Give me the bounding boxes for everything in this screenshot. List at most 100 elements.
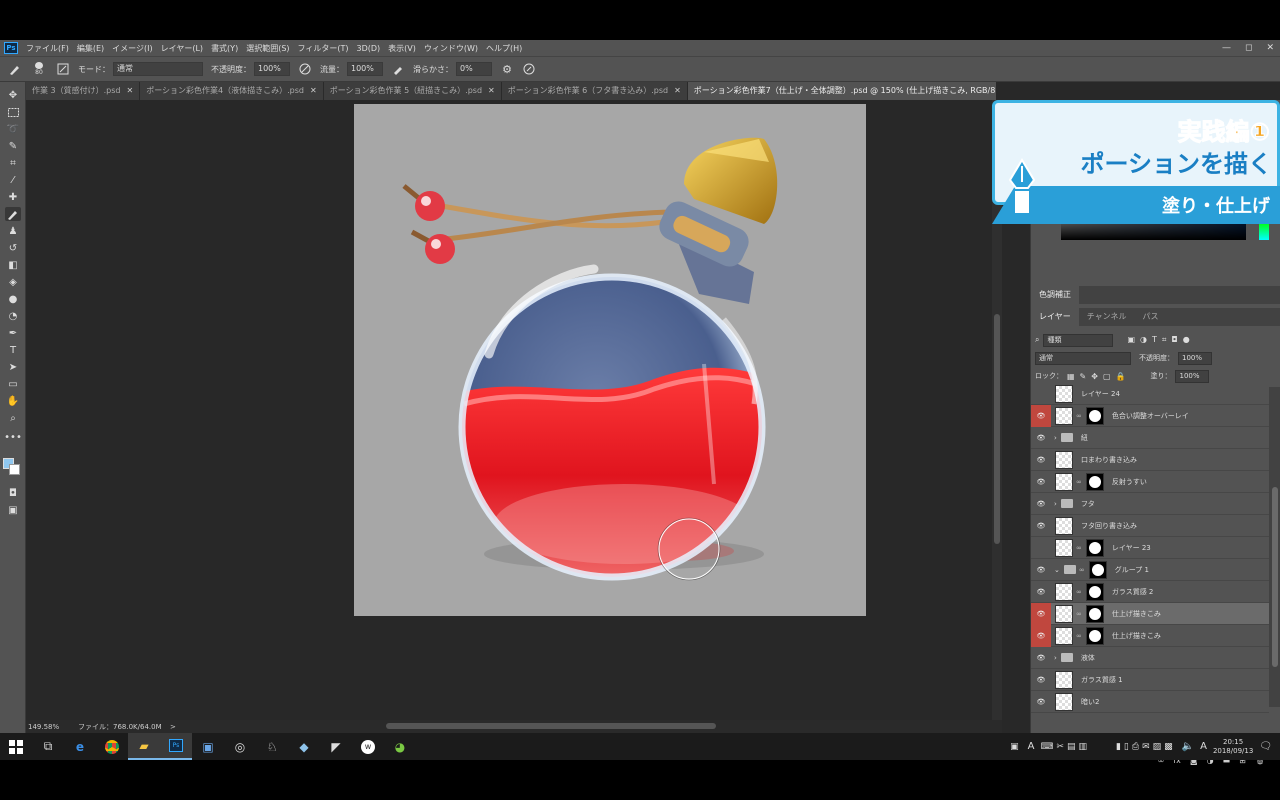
pressure-size-icon[interactable] bbox=[522, 62, 536, 76]
action-center-icon[interactable]: 🗨 bbox=[1259, 741, 1272, 752]
eyedropper-tool-icon[interactable]: ⁄ bbox=[5, 173, 21, 187]
marquee-tool-icon[interactable] bbox=[5, 105, 21, 119]
tray-icons-group-2[interactable]: ▮▯⎙✉▨▩ bbox=[1116, 742, 1176, 752]
healing-brush-tool-icon[interactable]: ✚ bbox=[5, 190, 21, 204]
layer-name[interactable]: フタ bbox=[1081, 499, 1095, 509]
layer-name[interactable]: 紐 bbox=[1081, 433, 1088, 443]
menu-select[interactable]: 選択範囲(S) bbox=[242, 43, 293, 54]
layer-mask-thumbnail[interactable] bbox=[1085, 472, 1104, 491]
layer-name[interactable]: 仕上げ描きこみ bbox=[1112, 631, 1161, 641]
menu-window[interactable]: ウィンドウ(W) bbox=[420, 43, 482, 54]
status-menu-arrow[interactable]: > bbox=[170, 723, 176, 731]
layer-kind-select[interactable]: 種類 bbox=[1043, 333, 1114, 347]
quick-mask-icon[interactable]: ◘ bbox=[5, 486, 21, 500]
brush-preset-picker[interactable]: 80 bbox=[30, 62, 48, 76]
layer-name[interactable]: グループ 1 bbox=[1115, 565, 1149, 575]
layer-name[interactable]: 仕上げ描きこみ bbox=[1112, 609, 1161, 619]
pressure-opacity-icon[interactable] bbox=[298, 62, 312, 76]
task-view-icon[interactable]: ⧉ bbox=[32, 733, 64, 760]
layer-row[interactable]: ∞ レイヤー 23 bbox=[1031, 537, 1269, 559]
mask-link-icon[interactable]: ∞ bbox=[1076, 544, 1082, 552]
layer-row[interactable]: 👁 ∞ 反射うすい bbox=[1031, 471, 1269, 493]
visibility-eye-icon[interactable]: 👁 bbox=[1031, 669, 1051, 691]
path-select-tool-icon[interactable]: ➤ bbox=[5, 360, 21, 374]
layer-row[interactable]: 👁 フタ回り書き込み bbox=[1031, 515, 1269, 537]
menu-filter[interactable]: フィルター(T) bbox=[294, 43, 353, 54]
close-icon[interactable]: ✕ bbox=[1266, 43, 1274, 53]
layer-name[interactable]: ガラス質感 1 bbox=[1081, 675, 1123, 685]
zoom-tool-icon[interactable]: ⌕ bbox=[5, 411, 21, 425]
menu-type[interactable]: 書式(Y) bbox=[207, 43, 242, 54]
menu-layer[interactable]: レイヤー(L) bbox=[157, 43, 207, 54]
menu-edit[interactable]: 編集(E) bbox=[73, 43, 108, 54]
layer-row[interactable]: 👁 › 紐 bbox=[1031, 427, 1269, 449]
airbrush-icon[interactable] bbox=[391, 62, 405, 76]
group-expand-icon[interactable]: › bbox=[1054, 654, 1057, 662]
layer-name[interactable]: ガラス質感 2 bbox=[1112, 587, 1154, 597]
brush-tool-icon[interactable] bbox=[5, 207, 21, 221]
lock-icons[interactable]: ▦✎✥▢🔒 bbox=[1067, 372, 1130, 381]
document-canvas[interactable] bbox=[354, 104, 866, 616]
photoshop-taskbar-icon[interactable]: Ps bbox=[160, 733, 192, 760]
canvas-area[interactable] bbox=[26, 100, 992, 720]
type-tool-icon[interactable]: T bbox=[5, 343, 21, 357]
mask-link-icon[interactable]: ∞ bbox=[1076, 588, 1082, 596]
visibility-eye-icon[interactable]: 👁 bbox=[1031, 691, 1051, 713]
tab-document-6[interactable]: ポーション彩色作業 6（フタ書き込み）.psd ✕ bbox=[501, 82, 688, 100]
menu-view[interactable]: 表示(V) bbox=[384, 43, 420, 54]
move-tool-icon[interactable]: ✥ bbox=[5, 88, 21, 102]
layer-thumbnail[interactable] bbox=[1055, 472, 1073, 491]
mask-link-icon[interactable]: ∞ bbox=[1079, 566, 1085, 574]
tab-paths[interactable]: パス bbox=[1135, 308, 1167, 326]
more-tools-icon[interactable]: ••• bbox=[4, 430, 22, 444]
app-icon-1[interactable]: ▣ bbox=[192, 733, 224, 760]
visibility-eye-icon[interactable] bbox=[1031, 537, 1051, 559]
clone-stamp-tool-icon[interactable]: ♟ bbox=[5, 224, 21, 238]
layer-row[interactable]: 👁 › フタ bbox=[1031, 493, 1269, 515]
paint-bucket-tool-icon[interactable]: ◈ bbox=[5, 275, 21, 289]
hand-tool-icon[interactable]: ✋ bbox=[5, 394, 21, 408]
layer-name[interactable]: レイヤー 23 bbox=[1112, 543, 1151, 553]
taskbar-clock[interactable]: 20:15 2018/09/13 bbox=[1213, 738, 1253, 756]
screen-mode-icon[interactable]: ▣ bbox=[5, 503, 21, 517]
tab-channels[interactable]: チャンネル bbox=[1079, 308, 1135, 326]
layer-row[interactable]: 👁 ⌄ ∞ グループ 1 bbox=[1031, 559, 1269, 581]
lasso-tool-icon[interactable]: ➰ bbox=[5, 122, 21, 136]
windows-start-icon[interactable] bbox=[0, 733, 32, 760]
group-expand-icon[interactable]: › bbox=[1054, 500, 1057, 508]
menu-file[interactable]: ファイル(F) bbox=[22, 43, 73, 54]
visibility-eye-icon[interactable]: 👁 bbox=[1031, 493, 1051, 515]
close-icon[interactable]: ✕ bbox=[488, 82, 495, 100]
layer-filter-icons[interactable]: ▣◑T⌗◘● bbox=[1127, 335, 1194, 345]
restore-icon[interactable]: ◻ bbox=[1245, 43, 1252, 53]
layer-thumbnail[interactable] bbox=[1055, 516, 1073, 535]
layer-row[interactable]: 👁 ∞ 色合い調整オーバーレイ bbox=[1031, 404, 1269, 427]
quick-select-tool-icon[interactable]: ✎ bbox=[5, 139, 21, 153]
brush-panel-icon[interactable] bbox=[56, 62, 70, 76]
tab-layers[interactable]: レイヤー bbox=[1031, 308, 1079, 326]
tray-icons-group[interactable]: ⌨✂▤▥ bbox=[1040, 742, 1090, 752]
tab-document-5[interactable]: ポーション彩色作業 5（紐描きこみ）.psd ✕ bbox=[323, 82, 502, 100]
menu-3d[interactable]: 3D(D) bbox=[353, 44, 385, 53]
layer-thumbnail[interactable] bbox=[1055, 670, 1073, 689]
layer-name[interactable]: 色合い調整オーバーレイ bbox=[1112, 411, 1189, 421]
mode-select[interactable]: 通常 bbox=[113, 62, 203, 76]
edge-browser-icon[interactable]: e bbox=[64, 733, 96, 760]
layer-name[interactable]: 口まわり書き込み bbox=[1081, 455, 1137, 465]
layer-mask-thumbnail[interactable] bbox=[1085, 626, 1104, 645]
layer-thumbnail[interactable] bbox=[1055, 626, 1073, 645]
visibility-eye-icon[interactable]: 👁 bbox=[1031, 449, 1051, 471]
history-brush-tool-icon[interactable]: ↺ bbox=[5, 241, 21, 255]
layer-thumbnail[interactable] bbox=[1055, 582, 1073, 601]
layer-row[interactable]: 👁 暗い2 bbox=[1031, 691, 1269, 713]
tab-adjustments[interactable]: 色調補正 bbox=[1031, 286, 1079, 304]
layer-thumbnail[interactable] bbox=[1055, 450, 1073, 469]
scrollbar-thumb[interactable] bbox=[994, 314, 1000, 544]
background-color-swatch[interactable] bbox=[9, 464, 20, 475]
visibility-eye-icon[interactable]: 👁 bbox=[1031, 559, 1051, 581]
volume-icon[interactable]: 🔈 bbox=[1182, 741, 1194, 752]
app-icon-2[interactable]: ◎ bbox=[224, 733, 256, 760]
visibility-eye-icon[interactable]: 👁 bbox=[1031, 647, 1051, 669]
tray-icons-left[interactable]: ▣ bbox=[1010, 742, 1022, 752]
crop-tool-icon[interactable]: ⌗ bbox=[5, 156, 21, 170]
